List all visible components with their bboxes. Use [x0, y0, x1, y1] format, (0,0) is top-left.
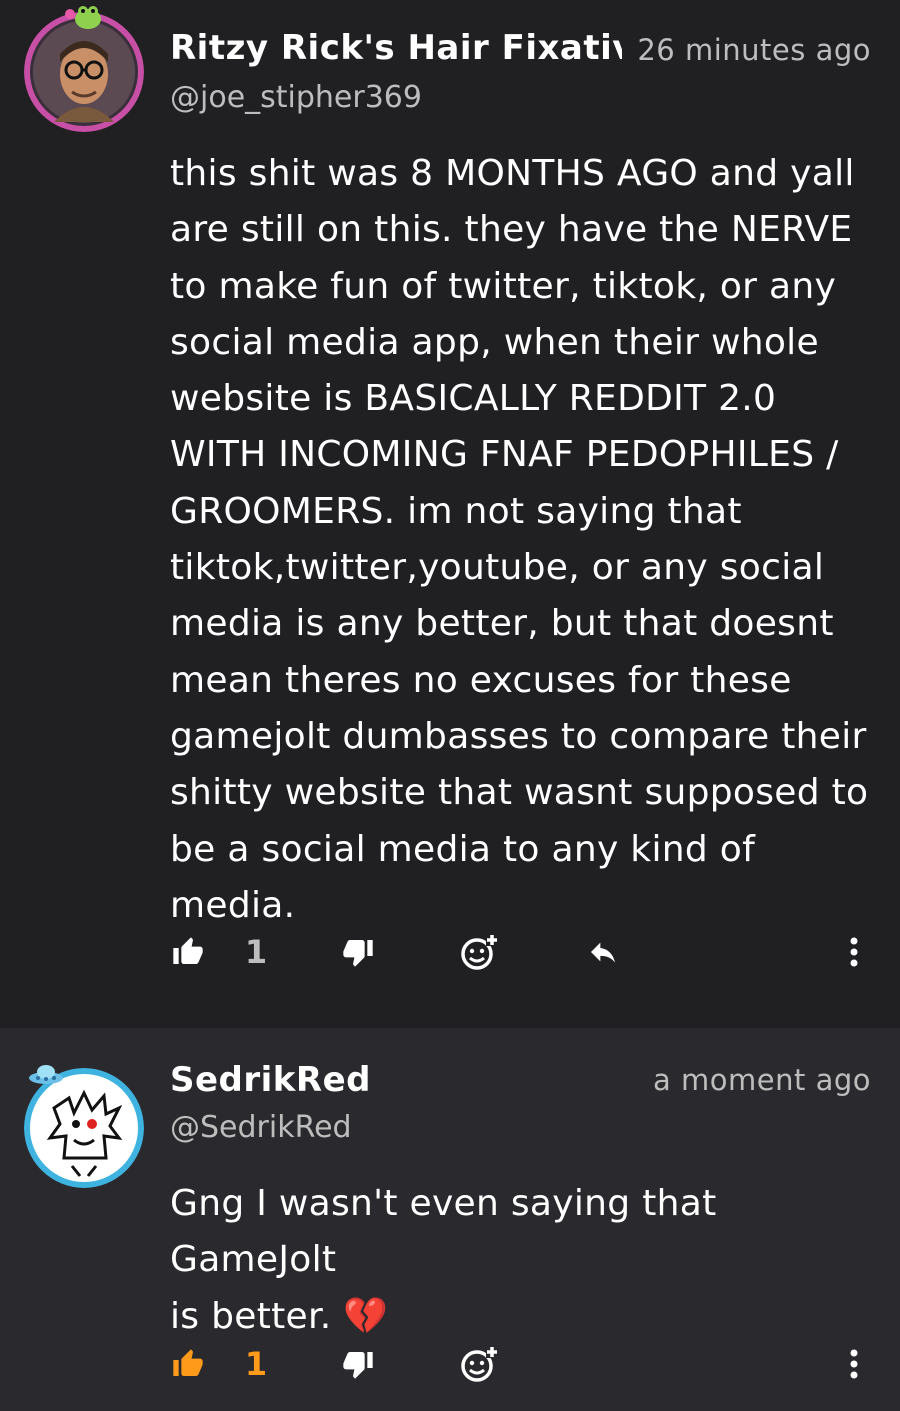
user-display-name[interactable]: Ritzy Rick's Hair Fixative — [170, 28, 622, 68]
reply-button[interactable] — [578, 922, 628, 982]
thumbs-down-icon — [343, 940, 373, 967]
timestamp: 26 minutes ago — [637, 33, 871, 67]
user-display-name[interactable]: SedrikRed — [170, 1060, 371, 1100]
thumbs-up-icon — [173, 937, 203, 964]
comment-line: shitty website that wasnt supposed to — [170, 772, 869, 814]
thumbs-down-icon — [343, 1352, 373, 1379]
add-reaction-icon — [461, 934, 498, 970]
ufo-badge-icon — [26, 1060, 66, 1092]
add-reaction-button[interactable] — [454, 1334, 504, 1394]
comment-line: WITH INCOMING FNAF PEDOPHILES / — [170, 434, 839, 476]
dislike-button[interactable] — [336, 1334, 380, 1394]
comment-line: gamejolt dumbasses to compare their — [170, 715, 867, 757]
comment: SedrikRed @SedrikRed a moment ago Gng I … — [0, 1028, 900, 1411]
comment-line: tiktok,twitter,youtube, or any social — [170, 547, 825, 589]
more-options-button[interactable] — [834, 1334, 874, 1394]
like-count[interactable]: 1 — [236, 922, 276, 982]
avatar[interactable] — [24, 1065, 144, 1188]
comment: Ritzy Rick's Hair Fixative @joe_stipher3… — [0, 0, 900, 1028]
comment-body: Gng I wasn't even saying that GameJolt i… — [170, 1176, 880, 1345]
add-reaction-icon — [461, 1346, 498, 1382]
thumbs-up-icon — [173, 1349, 203, 1376]
comment-body: this shit was 8 MONTHS AGO and yall are … — [170, 146, 880, 934]
comment-line: media is any better, but that doesnt — [170, 603, 834, 645]
avatar[interactable] — [24, 6, 144, 132]
comment-line: website is BASICALLY REDDIT 2.0 — [170, 378, 777, 420]
comment-line: mean theres no excuses for these — [170, 659, 792, 701]
comment-line: this shit was 8 MONTHS AGO and yall — [170, 153, 855, 194]
user-handle[interactable]: @joe_stipher369 — [170, 80, 422, 115]
more-options-button[interactable] — [834, 922, 874, 982]
comment-line: social media app, when their whole — [170, 321, 819, 363]
comment-line: are still on this. they have the NERVE — [170, 209, 853, 251]
comment-actions: 1 — [0, 1334, 900, 1394]
like-button[interactable] — [166, 1334, 210, 1394]
more-vertical-icon — [850, 937, 858, 967]
like-button[interactable] — [166, 922, 210, 982]
user-handle[interactable]: @SedrikRed — [170, 1110, 352, 1145]
like-count[interactable]: 1 — [236, 1334, 276, 1394]
comment-line: be a social media to any kind of media. — [170, 828, 756, 926]
comment-line: to make fun of twitter, tiktok, or any — [170, 265, 837, 307]
comment-line: GROOMERS. im not saying that — [170, 490, 742, 532]
add-reaction-button[interactable] — [454, 922, 504, 982]
frog-badge-icon — [62, 2, 106, 36]
timestamp: a moment ago — [653, 1063, 871, 1097]
more-vertical-icon — [850, 1349, 858, 1379]
comment-actions: 1 — [0, 922, 900, 982]
reply-icon — [591, 942, 615, 963]
comment-line: Gng I wasn't even saying that GameJolt — [170, 1183, 717, 1281]
dislike-button[interactable] — [336, 922, 380, 982]
